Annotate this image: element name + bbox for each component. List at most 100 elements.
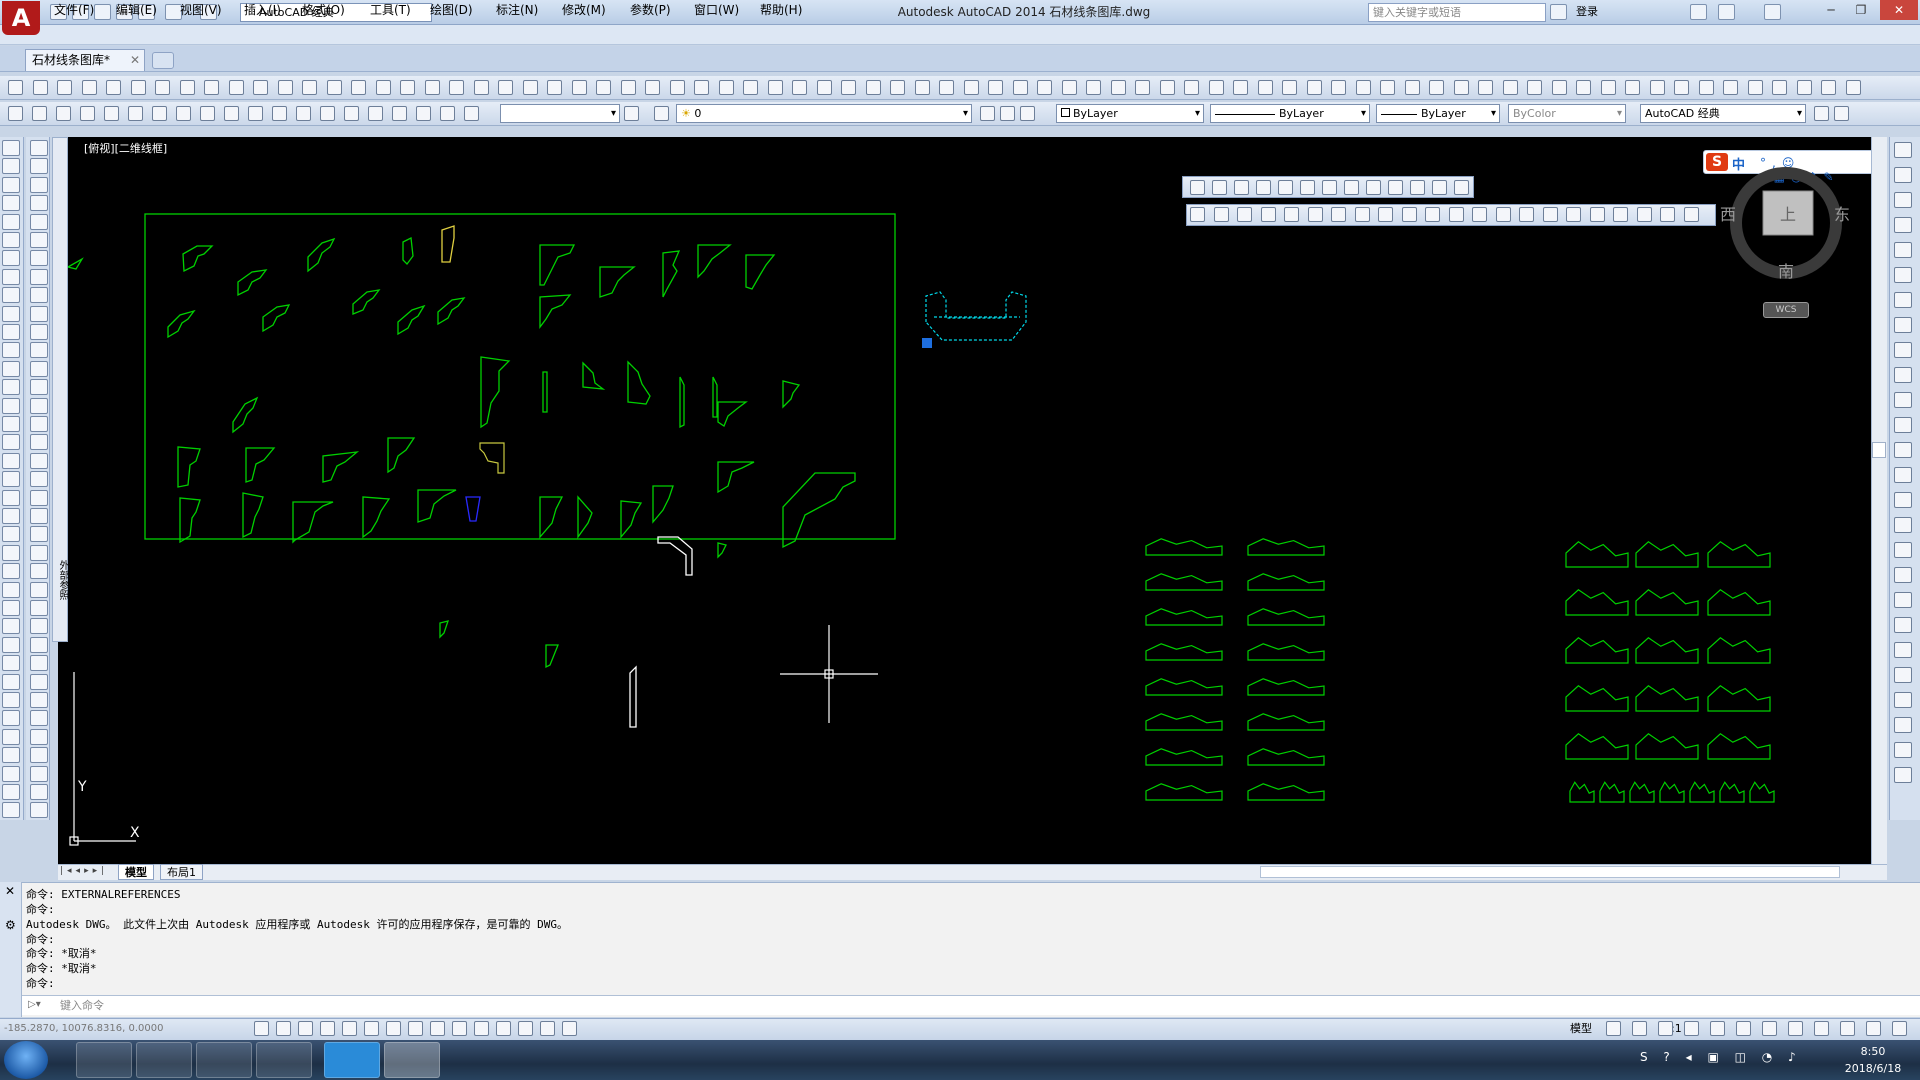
toolbar-tool-icon[interactable] [1636,207,1652,222]
toolbar-tool-icon[interactable] [2,489,20,506]
toolbar-tool-icon[interactable] [988,80,1003,95]
exchange-icon[interactable] [1690,4,1707,20]
toolbar-tool-icon[interactable] [1256,180,1271,195]
vertical-scrollbar[interactable] [1871,137,1887,864]
toolbar-tool-icon[interactable] [30,158,48,175]
viewcube-face-label[interactable]: 上 [1778,205,1798,225]
toolbar-tool-icon[interactable] [1331,80,1346,95]
toolbar-tool-icon[interactable] [375,80,391,95]
toolbar-tool-icon[interactable] [2,268,20,285]
toolbar-tool-icon[interactable] [400,80,415,95]
toolbar-tool-icon[interactable] [865,80,881,95]
toolbar-tool-icon[interactable] [1894,242,1912,258]
toolbar-tool-icon[interactable] [596,80,611,95]
toolbar-tool-icon[interactable] [30,655,48,672]
toolbar-tool-icon[interactable] [1453,80,1469,95]
toolbar-tool-icon[interactable] [2,250,20,267]
toolbar-tool-icon[interactable] [718,80,734,95]
toolbar-tool-icon[interactable] [1354,207,1370,222]
toolbar-tool-icon[interactable] [1278,180,1293,195]
explorer-task-icon[interactable] [76,1042,132,1078]
toolbar-tool-icon[interactable] [2,563,20,580]
toolbar-tool-icon[interactable] [30,784,48,800]
toolbar-tool-icon[interactable] [1894,417,1912,433]
toolbar-tool-icon[interactable] [1551,80,1567,95]
toolbar-tool-icon[interactable] [2,195,20,212]
toolbar-tool-icon[interactable] [1454,180,1469,195]
compass-south[interactable]: 南 [1776,262,1796,282]
toolbar-tool-icon[interactable] [1432,180,1447,195]
toolbar-tool-icon[interactable] [1747,80,1763,95]
toolbar-tool-icon[interactable] [248,106,263,121]
toolbar-tool-icon[interactable] [440,106,455,121]
toolbar-tool-icon[interactable] [30,416,48,432]
toolbar-tool-icon[interactable] [1894,217,1912,233]
status-tool-icon[interactable] [1606,1021,1621,1036]
toolbar-tool-icon[interactable] [1037,80,1052,95]
toolbar-tool-icon[interactable] [939,80,954,95]
toolbar-tool-icon[interactable] [1425,207,1440,222]
toolbar-tool-icon[interactable] [449,80,464,95]
baidu-netdisk-task-icon[interactable] [136,1042,192,1078]
toolbar-tool-icon[interactable] [1894,567,1912,583]
layer-dropdown[interactable]: ☀ 0 [676,104,972,123]
status-toggle-icon[interactable] [386,1021,401,1036]
status-tool-icon[interactable] [1814,1021,1829,1036]
toolbar-tool-icon[interactable] [547,80,562,95]
toolbar-tool-icon[interactable] [669,80,685,95]
toolbar-tool-icon[interactable] [392,106,407,121]
toolbar-tool-icon[interactable] [56,106,71,121]
toolbar-tool-icon[interactable] [1429,80,1444,95]
menu-draw[interactable]: 绘图(D) [424,2,479,18]
viewport-label[interactable]: [俯视][二维线框] [84,140,244,155]
toolbar-tool-icon[interactable] [1894,517,1912,533]
toolbar-tool-icon[interactable] [841,80,856,95]
toolbar-tool-icon[interactable] [2,158,20,175]
maximize-icon[interactable]: ❐ [1846,0,1876,20]
toolbar-tool-icon[interactable] [1282,80,1297,95]
toolbar-tool-icon[interactable] [1772,80,1787,95]
toolbar-tool-icon[interactable] [2,655,20,672]
toolbar-tool-icon[interactable] [694,80,709,95]
toolbar-tool-icon[interactable] [155,80,170,95]
command-input[interactable]: 键入命令 [22,995,1920,1015]
toolbar-tool-icon[interactable] [1331,207,1346,222]
toolbar-tool-icon[interactable] [1061,80,1077,95]
toolbar-tool-icon[interactable] [1894,267,1912,283]
toolbar-tool-icon[interactable] [30,305,48,322]
status-tool-icon[interactable] [1866,1021,1881,1036]
minimize-icon[interactable]: ─ [1816,0,1846,20]
toolbar-tool-icon[interactable] [2,397,20,414]
toolbar-tool-icon[interactable] [1378,207,1393,222]
sogou-logo-icon[interactable]: S [1706,153,1728,171]
toolbar-tool-icon[interactable] [200,106,215,121]
toolbar-tool-icon[interactable] [2,600,20,616]
status-toggle-icon[interactable] [298,1021,313,1036]
toolbar-tool-icon[interactable] [1307,207,1323,222]
toolbar-tool-icon[interactable] [30,544,48,561]
toolbar-tool-icon[interactable] [179,80,195,95]
paint-task-icon[interactable] [256,1042,312,1078]
toolbar-tool-icon[interactable] [1894,542,1912,558]
toolbar-tool-icon[interactable] [176,106,191,121]
toolbar-tool-icon[interactable] [1674,80,1689,95]
toolbar-tool-icon[interactable] [571,80,587,95]
status-tool-icon[interactable] [1762,1021,1777,1036]
make-current-icon[interactable] [980,106,995,121]
toolbar-tool-icon[interactable] [30,434,48,451]
toolbar-tool-icon[interactable] [272,106,287,121]
toolbar-tool-icon[interactable] [224,106,239,121]
toolbar-tool-icon[interactable] [1723,80,1738,95]
status-tool-icon[interactable] [1684,1021,1699,1036]
toolbar-tool-icon[interactable] [424,80,440,95]
toolbar-tool-icon[interactable] [30,747,48,764]
status-tool-icon[interactable] [1736,1021,1751,1036]
toolbar-tool-icon[interactable] [30,765,48,782]
command-settings-icon[interactable]: ⚙ [5,918,16,932]
toolbar-tool-icon[interactable] [30,508,48,524]
toolbar-tool-icon[interactable] [320,106,335,121]
toolbar-tool-icon[interactable] [1894,167,1912,183]
command-prompt-icon[interactable]: ▷▾ [28,999,48,1011]
workspace-settings-icon[interactable] [1814,106,1829,121]
toolbar-tool-icon[interactable] [1159,80,1175,95]
